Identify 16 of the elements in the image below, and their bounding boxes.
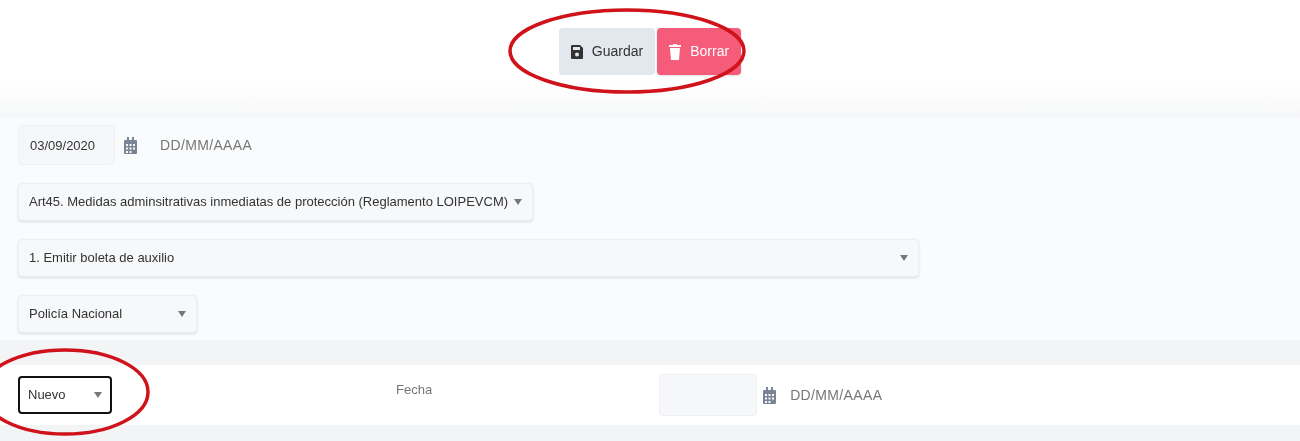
calendar-icon — [124, 136, 137, 154]
trash-icon — [669, 43, 682, 60]
select-field[interactable]: Art45. Medidas adminsitrativas inmediatas de protección (Reglamento LOIPEVCM) — [18, 183, 533, 221]
status-select[interactable]: Nuevo — [18, 376, 112, 414]
date-format-hint: DD/MM/AAAA — [160, 135, 253, 155]
select-field[interactable]: Policía Nacional — [18, 295, 197, 333]
select-field[interactable]: 1. Emitir boleta de auxilio — [18, 239, 919, 277]
date-field[interactable]: 03/09/2020 — [18, 125, 115, 165]
date-format-hint: DD/MM/AAAA — [790, 385, 883, 405]
dropdown-caret-icon — [178, 311, 186, 317]
calendar-icon — [763, 386, 777, 404]
save-button[interactable]: Guardar — [558, 28, 656, 75]
dropdown-caret-icon — [94, 392, 102, 398]
fecha-label: Fecha — [396, 381, 433, 400]
dropdown-caret-icon — [514, 199, 522, 205]
dropdown-caret-icon — [900, 255, 908, 261]
